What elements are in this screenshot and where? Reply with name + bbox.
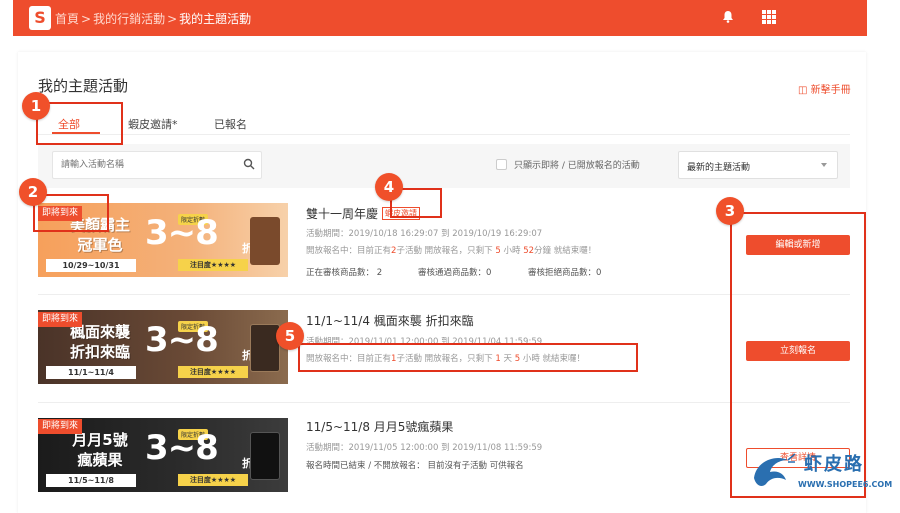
stat-pending: 正在審核商品數： 2 bbox=[306, 268, 383, 278]
event-status: 開放報名中：目前正有2子活動 開放報名，只剩下 5 小時 52分鐘 就結束囉！ bbox=[306, 246, 597, 256]
product-image bbox=[250, 324, 280, 372]
bell-icon[interactable] bbox=[722, 10, 734, 23]
banner-discount: 3~8 bbox=[145, 213, 219, 253]
banner-discount: 3~8 bbox=[145, 320, 219, 360]
annotation-number-4: 4 bbox=[375, 173, 403, 201]
breadcrumb-current: 我的主題活動 bbox=[179, 12, 252, 26]
event-title[interactable]: 11/5~11/8 月月5號瘋蘋果 bbox=[306, 418, 453, 435]
annotation-box-5 bbox=[298, 343, 638, 372]
page-title: 我的主題活動 bbox=[38, 77, 129, 95]
row-divider bbox=[38, 294, 850, 295]
row-divider bbox=[38, 402, 850, 403]
banner-rating: 注目度★★★★ bbox=[178, 259, 248, 271]
help-link[interactable]: ◫ 新擊手冊 bbox=[798, 81, 851, 96]
search-input[interactable] bbox=[53, 152, 223, 178]
stat-approved: 審核通過商品數：0 bbox=[418, 268, 492, 278]
open-only-label: 只顯示即將 / 已開放報名的活動 bbox=[514, 161, 640, 171]
sort-select-value: 最新的主題活動 bbox=[687, 163, 751, 173]
annotation-number-1: 1 bbox=[22, 92, 50, 120]
shopee-logo[interactable]: S bbox=[29, 6, 51, 30]
search-box bbox=[52, 151, 262, 179]
banner-date: 10/29~10/31 bbox=[46, 259, 136, 272]
banner-title: 楓面來襲 折扣來臨 bbox=[69, 323, 130, 361]
page: S 首頁 > 我的行銷活動 > 我的主題活動 我的主題活動 ◫ 新擊手冊 全部 蝦皮邀請… bbox=[0, 0, 900, 513]
top-header: S 首頁 > 我的行銷活動 > 我的主題活動 bbox=[13, 0, 867, 36]
apps-grid-icon[interactable] bbox=[762, 10, 776, 24]
chevron-down-icon bbox=[821, 163, 827, 167]
watermark-url: WWW.SHOPEE6.COM bbox=[798, 480, 893, 489]
status-badge: 即將到來 bbox=[38, 419, 83, 434]
banner-date: 11/1~11/4 bbox=[46, 366, 136, 379]
breadcrumb: 首頁 > 我的行銷活動 > 我的主題活動 bbox=[55, 12, 252, 26]
shrimp-logo-icon bbox=[754, 453, 796, 486]
search-icon[interactable] bbox=[243, 158, 255, 170]
event-status: 報名時間已結束 / 不開放報名： 目前沒有子活動 可供報名 bbox=[306, 461, 524, 471]
tab-registered[interactable]: 已報名 bbox=[214, 116, 247, 132]
watermark: 虾皮路 WWW.SHOPEE6.COM bbox=[748, 448, 898, 496]
stat-rejected: 審核拒絕商品數：0 bbox=[528, 268, 602, 278]
product-image bbox=[250, 217, 280, 265]
breadcrumb-marketing[interactable]: 我的行銷活動 bbox=[93, 12, 165, 26]
product-image bbox=[250, 432, 280, 480]
tabs-divider bbox=[38, 134, 850, 135]
event-period: 活動期間：2019/11/05 12:00:00 到 2019/11/08 11… bbox=[306, 443, 543, 453]
tab-shopee-invite[interactable]: 蝦皮邀請* bbox=[128, 116, 178, 132]
banner-date: 11/5~11/8 bbox=[46, 474, 136, 487]
open-only-checkbox[interactable] bbox=[496, 159, 507, 170]
annotation-number-5: 5 bbox=[276, 322, 304, 350]
status-badge: 即將到來 bbox=[38, 312, 83, 327]
breadcrumb-home[interactable]: 首頁 bbox=[55, 12, 79, 26]
sort-select[interactable]: 最新的主題活動 bbox=[678, 151, 838, 179]
annotation-number-2: 2 bbox=[19, 178, 47, 206]
banner-rating: 注目度★★★★ bbox=[178, 474, 248, 486]
event-period: 活動期間：2019/10/18 16:29:07 到 2019/10/19 16… bbox=[306, 229, 543, 239]
banner-discount: 3~8 bbox=[145, 428, 219, 468]
banner-rating: 注目度★★★★ bbox=[178, 366, 248, 378]
event-title[interactable]: 11/1~11/4 楓面來襲 折扣來臨 bbox=[306, 312, 474, 329]
watermark-name: 虾皮路 bbox=[804, 454, 864, 475]
banner-title: 月月5號 瘋蘋果 bbox=[72, 431, 128, 469]
annotation-number-3: 3 bbox=[716, 197, 744, 225]
